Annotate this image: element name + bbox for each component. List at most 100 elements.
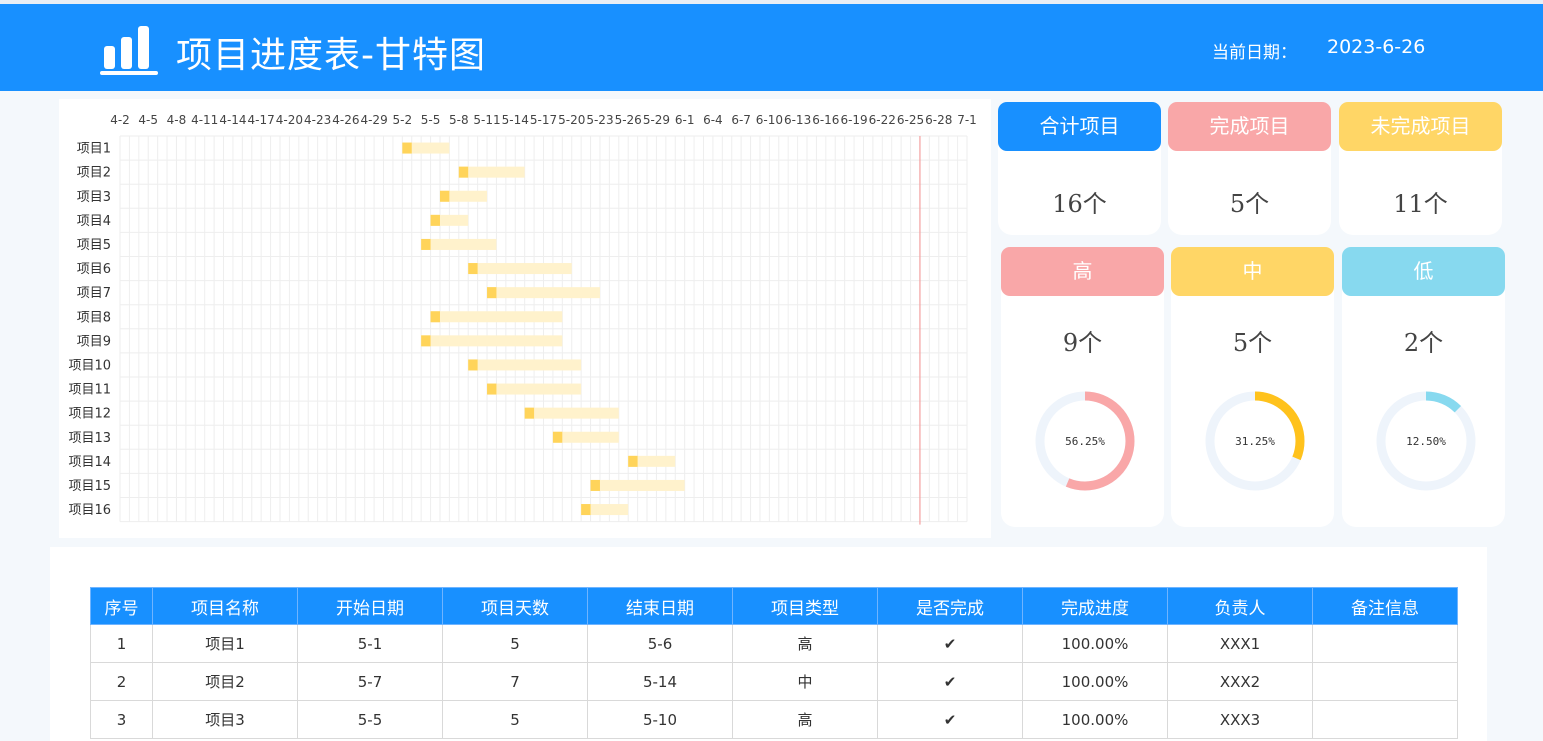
table-row[interactable]: 2 项目2 5-7 7 5-14 中 ✔ 100.00% XXX2 xyxy=(90,662,1458,701)
x-tick-label: 5-5 xyxy=(421,113,441,127)
table-cell[interactable] xyxy=(1312,662,1458,701)
x-tick-label: 4-5 xyxy=(138,113,158,127)
x-tick-label: 5-29 xyxy=(643,113,670,127)
table-cell[interactable]: 5-14 xyxy=(587,662,733,701)
table-cell[interactable]: ✔ xyxy=(877,700,1023,739)
gantt-bar-remaining xyxy=(487,287,600,299)
table-cell[interactable]: 5-1 xyxy=(297,624,443,663)
gantt-bar-done xyxy=(430,311,440,323)
x-tick-label: 6-4 xyxy=(703,113,723,127)
priority-card-title: 低 xyxy=(1342,247,1505,296)
column-header[interactable]: 备注信息 xyxy=(1312,587,1458,625)
x-tick-label: 5-20 xyxy=(558,113,585,127)
x-tick-label: 4-23 xyxy=(304,113,331,127)
priority-card-value: 2个 xyxy=(1403,329,1444,357)
x-tick-label: 4-14 xyxy=(219,113,246,127)
y-tick-label: 项目4 xyxy=(77,214,111,229)
table-cell[interactable]: 5 xyxy=(442,624,588,663)
column-header[interactable]: 结束日期 xyxy=(587,587,733,625)
y-tick-label: 项目7 xyxy=(77,286,111,301)
summary-card: 合计项目 16个 xyxy=(998,102,1161,235)
table-cell[interactable]: ✔ xyxy=(877,662,1023,701)
column-header[interactable]: 完成进度 xyxy=(1022,587,1168,625)
gantt-bar-remaining xyxy=(421,335,563,347)
column-header[interactable]: 项目名称 xyxy=(152,587,298,625)
table-cell[interactable]: 5 xyxy=(442,700,588,739)
table-cell[interactable]: 1 xyxy=(90,624,153,663)
column-header[interactable]: 项目天数 xyxy=(442,587,588,625)
column-header[interactable]: 开始日期 xyxy=(297,587,443,625)
table-cell[interactable]: 5-5 xyxy=(297,700,443,739)
summary-card-value: 11个 xyxy=(1393,190,1448,218)
table-cell[interactable]: 高 xyxy=(732,624,878,663)
gantt-bar-done xyxy=(439,190,450,202)
table-cell[interactable]: 7 xyxy=(442,662,588,701)
y-tick-label: 项目6 xyxy=(77,262,111,277)
gantt-bar-done xyxy=(581,504,591,516)
table-cell[interactable]: 100.00% xyxy=(1022,700,1168,739)
table-cell[interactable]: 3 xyxy=(90,700,153,739)
table-cell[interactable]: XXX1 xyxy=(1167,624,1313,663)
table-cell[interactable]: 100.00% xyxy=(1022,662,1168,701)
bar-chart-icon xyxy=(100,26,158,75)
table-cell[interactable]: 5-7 xyxy=(297,662,443,701)
table-cell[interactable]: XXX2 xyxy=(1167,662,1313,701)
gantt-bar-done xyxy=(421,335,431,347)
gantt-bar-remaining xyxy=(468,263,572,275)
table-row[interactable]: 3 项目3 5-5 5 5-10 高 ✔ 100.00% XXX3 xyxy=(90,700,1458,739)
x-tick-label: 5-8 xyxy=(449,113,469,127)
table-row[interactable]: 1 项目1 5-1 5 5-6 高 ✔ 100.00% XXX1 xyxy=(90,624,1458,663)
table-cell[interactable]: 5-6 xyxy=(587,624,733,663)
table-cell[interactable]: 项目2 xyxy=(152,662,298,701)
y-tick-label: 项目13 xyxy=(68,431,111,446)
table-cell[interactable]: 项目1 xyxy=(152,624,298,663)
summary-card: 完成项目 5个 xyxy=(1168,102,1331,235)
column-header[interactable]: 序号 xyxy=(90,587,153,625)
gantt-bar-done xyxy=(487,383,497,395)
table-cell[interactable]: XXX3 xyxy=(1167,700,1313,739)
gantt-bar-remaining xyxy=(458,166,525,178)
x-tick-label: 5-17 xyxy=(530,113,557,127)
gantt-bar-done xyxy=(402,142,412,154)
column-header[interactable]: 负责人 xyxy=(1167,587,1313,625)
column-header[interactable]: 项目类型 xyxy=(732,587,878,625)
table-cell[interactable]: ✔ xyxy=(877,624,1023,663)
gantt-bar-remaining xyxy=(487,383,582,395)
x-tick-label: 4-29 xyxy=(360,113,387,127)
y-tick-label: 项目5 xyxy=(77,238,111,253)
x-tick-label: 4-11 xyxy=(191,113,218,127)
gantt-bar-done xyxy=(430,214,440,226)
donut-chart: 31.25% xyxy=(1205,391,1305,491)
gantt-bar-done xyxy=(468,359,478,371)
date-value: 2023-6-26 xyxy=(1327,36,1426,58)
table-cell[interactable]: 高 xyxy=(732,700,878,739)
y-tick-label: 项目2 xyxy=(77,166,111,181)
x-tick-label: 5-11 xyxy=(473,113,500,127)
x-tick-label: 5-26 xyxy=(615,113,642,127)
table-cell[interactable]: 2 xyxy=(90,662,153,701)
gantt-bar-remaining xyxy=(430,311,563,323)
column-header[interactable]: 是否完成 xyxy=(877,587,1023,625)
table-cell[interactable] xyxy=(1312,700,1458,739)
priority-card-value: 9个 xyxy=(1062,329,1103,357)
summary-card-title: 合计项目 xyxy=(998,102,1161,151)
y-tick-label: 项目1 xyxy=(77,142,111,157)
table-cell[interactable] xyxy=(1312,624,1458,663)
y-tick-label: 项目11 xyxy=(68,383,111,398)
x-tick-label: 6-22 xyxy=(869,113,896,127)
table-cell[interactable]: 中 xyxy=(732,662,878,701)
gantt-bar-done xyxy=(421,238,431,250)
gantt-bar-done xyxy=(468,263,478,275)
x-tick-label: 4-20 xyxy=(276,113,303,127)
x-tick-label: 6-28 xyxy=(925,113,952,127)
table-cell[interactable]: 100.00% xyxy=(1022,624,1168,663)
priority-card: 中 5个 31.25% xyxy=(1171,247,1334,527)
summary-card-value: 5个 xyxy=(1229,190,1270,218)
table-cell[interactable]: 项目3 xyxy=(152,700,298,739)
y-tick-label: 项目14 xyxy=(68,455,111,470)
x-tick-label: 5-2 xyxy=(393,113,413,127)
priority-card-title: 中 xyxy=(1171,247,1334,296)
gantt-chart-panel: 4-2 4-5 4-8 4-11 4-14 4-17 4-20 4-23 4-26 4-29 5-2… xyxy=(59,99,991,538)
x-tick-label: 5-14 xyxy=(502,113,529,127)
table-cell[interactable]: 5-10 xyxy=(587,700,733,739)
